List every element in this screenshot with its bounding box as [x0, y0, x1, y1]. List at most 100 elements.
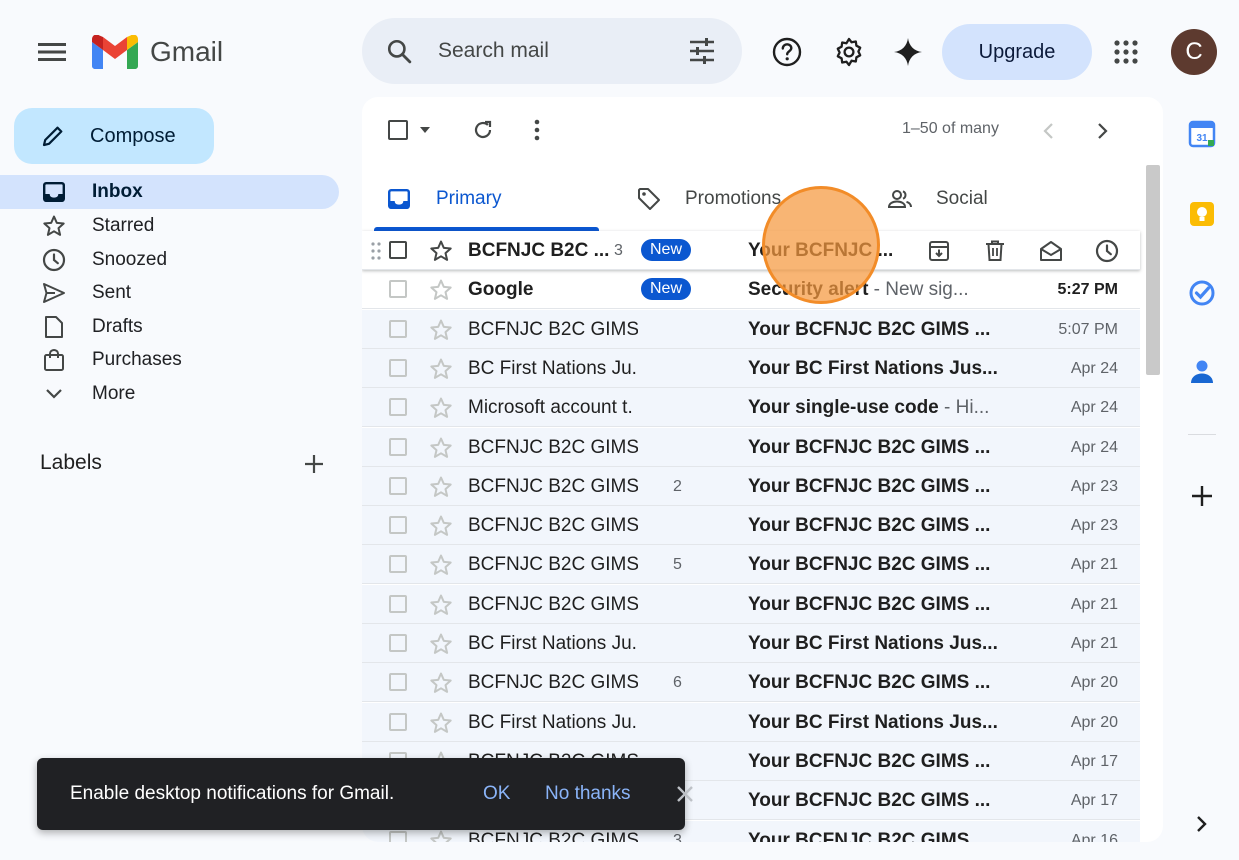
more-vert-icon[interactable] [534, 119, 540, 141]
chevron-left-icon[interactable] [1042, 122, 1054, 140]
star-icon[interactable] [429, 475, 453, 499]
create-label-button[interactable] [300, 450, 328, 478]
row-checkbox[interactable] [389, 476, 407, 495]
toast-no-thanks-button[interactable]: No thanks [545, 783, 631, 805]
star-icon[interactable] [429, 671, 453, 695]
tab-social[interactable]: Social [888, 169, 988, 229]
main-menu-button[interactable] [28, 28, 76, 76]
email-row[interactable]: Microsoft account t. Your single-use code… [362, 388, 1140, 428]
draft-icon [40, 313, 68, 341]
sidebar-item-snoozed[interactable]: Snoozed [0, 243, 339, 277]
tasks-app-button[interactable] [1186, 277, 1218, 309]
support-button[interactable] [763, 28, 811, 76]
tab-promotions[interactable]: Promotions [637, 169, 781, 229]
star-icon[interactable] [429, 553, 453, 577]
sidebar-item-sent[interactable]: Sent [0, 276, 339, 310]
snooze-button[interactable] [1090, 237, 1124, 265]
search-options-icon[interactable] [688, 38, 716, 64]
star-icon[interactable] [429, 829, 453, 843]
star-icon[interactable] [429, 357, 453, 381]
star-icon[interactable] [429, 436, 453, 460]
row-checkbox[interactable] [389, 634, 407, 652]
search-icon[interactable] [386, 38, 412, 64]
email-date: Apr 21 [1070, 595, 1118, 613]
sidebar-item-starred[interactable]: Starred [0, 209, 339, 243]
compose-button[interactable]: Compose [14, 108, 214, 164]
mark-read-button[interactable] [1034, 237, 1068, 265]
row-checkbox[interactable] [389, 594, 407, 613]
delete-button[interactable] [978, 237, 1012, 265]
star-icon[interactable] [429, 593, 453, 617]
chevron-right-icon[interactable] [1097, 122, 1109, 140]
email-row[interactable]: BC First Nations Ju. Your BC First Nation… [362, 702, 1140, 742]
inbox-icon [40, 178, 68, 206]
star-icon[interactable] [429, 396, 453, 420]
search-bar[interactable] [362, 18, 742, 84]
sidebar-item-purchases[interactable]: Purchases [0, 343, 339, 377]
star-icon[interactable] [429, 632, 453, 656]
tab-primary[interactable]: Primary [388, 169, 501, 229]
sidebar-item-more[interactable]: More [0, 377, 339, 411]
close-icon[interactable] [673, 782, 697, 806]
row-checkbox[interactable] [389, 241, 407, 259]
email-row[interactable]: BCFNJC B2C GIMS Wri. Your BCFNJC B2C GIMS… [362, 309, 1140, 349]
google-apps-button[interactable] [1102, 28, 1150, 76]
email-subject: Your BCFNJC B2C GIMS ... [748, 790, 991, 812]
star-icon[interactable] [429, 239, 453, 263]
trash-icon [986, 240, 1004, 261]
email-row[interactable]: GoogleNewSecurity alert - New sig...5:27… [362, 270, 1140, 310]
row-checkbox[interactable] [389, 830, 407, 842]
list-scrollbar[interactable] [1146, 165, 1160, 375]
drag-handle-icon[interactable] [371, 242, 381, 260]
row-checkbox[interactable] [389, 673, 407, 692]
search-input[interactable] [438, 36, 668, 66]
select-dropdown-icon[interactable] [420, 127, 430, 133]
email-date: Apr 16 [1070, 831, 1118, 843]
email-date: Apr 23 [1070, 517, 1118, 535]
row-checkbox[interactable] [389, 280, 407, 299]
select-all-checkbox[interactable] [388, 120, 408, 140]
star-icon[interactable] [429, 318, 453, 342]
row-checkbox[interactable] [389, 516, 407, 535]
row-checkbox[interactable] [389, 398, 407, 417]
email-row[interactable]: BC First Nations Ju. Your BC First Nation… [362, 624, 1140, 663]
contacts-app-button[interactable] [1186, 355, 1218, 387]
email-row[interactable]: BCFNJC B2C GIMS Wri. 5 Your BCFNJC B2C GIM… [362, 545, 1140, 585]
gmail-logo[interactable]: Gmail [92, 32, 223, 72]
sidebar-item-inbox[interactable]: Inbox [0, 175, 339, 209]
email-row[interactable]: BCFNJC B2C GIMS Wri. 6 Your BCFNJC B2C GIM… [362, 663, 1140, 703]
email-date: Apr 23 [1070, 477, 1118, 495]
sidebar-item-label: Purchases [92, 349, 182, 370]
row-checkbox[interactable] [389, 358, 407, 377]
gemini-button[interactable] [884, 28, 932, 76]
email-subject: Your BCFNJC B2C GIMS ... [748, 475, 991, 497]
email-row[interactable]: BCFNJC B2C GIMS Req. Your BCFNJC B2C GIMS… [362, 427, 1140, 467]
calendar-app-button[interactable]: 31 [1186, 118, 1218, 150]
email-row[interactable]: BC First Nations Ju. Your BC First Nation… [362, 348, 1140, 388]
email-sender: Microsoft account t. [468, 397, 633, 419]
refresh-icon[interactable] [472, 119, 494, 141]
list-toolbar: 1–50 of many [362, 97, 1163, 163]
row-checkbox[interactable] [389, 319, 407, 338]
email-row[interactable]: BCFNJC B2C ...3NewYour BCFNJC ... [362, 231, 1140, 270]
sidebar-item-drafts[interactable]: Drafts [0, 310, 339, 344]
keep-app-button[interactable] [1186, 198, 1218, 230]
account-avatar[interactable]: C [1171, 29, 1217, 75]
row-checkbox[interactable] [389, 712, 407, 731]
email-row[interactable]: BCFNJC B2C GIMS Req. 2 Your BCFNJC B2C GIM… [362, 466, 1140, 506]
email-row[interactable]: BCFNJC B2C GIMS Wri. Your BCFNJC B2C GIMS… [362, 506, 1140, 546]
upgrade-button[interactable]: Upgrade [942, 24, 1092, 80]
toast-ok-button[interactable]: OK [483, 783, 510, 805]
show-side-panel-button[interactable] [1186, 808, 1218, 840]
tab-label: Primary [436, 188, 502, 209]
archive-button[interactable] [922, 237, 956, 265]
row-checkbox[interactable] [389, 437, 407, 456]
row-checkbox[interactable] [389, 555, 407, 574]
email-row[interactable]: BCFNJC B2C GIMS Req. Your BCFNJC B2C GIMS… [362, 584, 1140, 624]
clock-icon [1095, 239, 1119, 263]
star-icon[interactable] [429, 514, 453, 538]
star-icon[interactable] [429, 278, 453, 302]
settings-button[interactable] [825, 28, 873, 76]
star-icon[interactable] [429, 711, 453, 735]
get-addons-button[interactable] [1186, 480, 1218, 512]
